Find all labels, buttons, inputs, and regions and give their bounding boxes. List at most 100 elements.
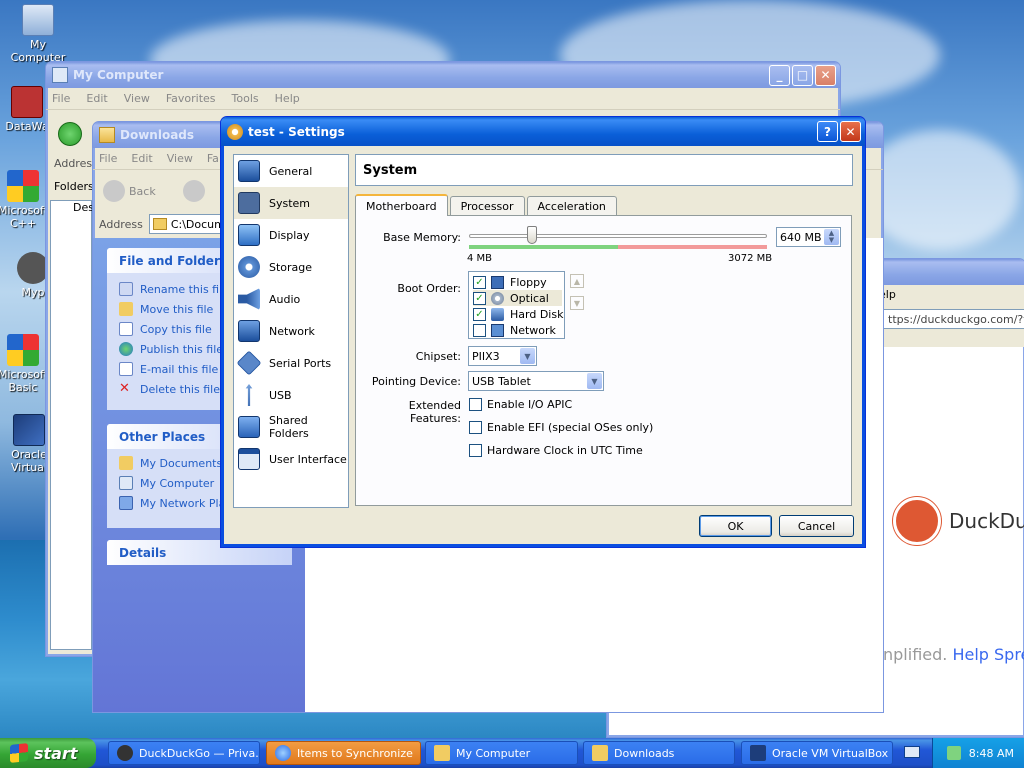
desktop-icon-label: Myp [21,286,45,299]
envelope-icon [119,362,133,376]
nav-item-user-interface[interactable]: User Interface [234,443,348,475]
settings-nav-list: General System Display Storage Audio Net… [233,154,349,508]
spinbox-value: 640 MB [780,230,822,244]
spin-arrows-icon[interactable]: ▲ ▼ [824,229,839,245]
chip-icon [238,192,260,214]
address-label: Address [99,217,143,231]
close-button[interactable]: ✕ [840,121,861,142]
menu-edit[interactable]: Edit [131,152,152,165]
back-button[interactable]: Back [103,180,156,202]
desktop-icon-label: Microsoft C++ [0,204,49,230]
menu-file[interactable]: File [52,92,70,105]
network-checkbox[interactable] [473,323,486,337]
network-icon [238,320,260,342]
link-label: Rename this file [140,282,229,296]
nav-item-display[interactable]: Display [234,219,348,251]
settings-dialog[interactable]: test - Settings ? ✕ General System Displ… [220,116,866,548]
cancel-button[interactable]: Cancel [779,515,854,537]
menu-favorites[interactable]: Favorites [166,92,216,105]
keyboard-icon[interactable] [904,746,920,758]
move-up-button[interactable]: ▲ [570,274,584,288]
nav-item-audio[interactable]: Audio [234,283,348,315]
base-memory-spinbox[interactable]: 640 MB ▲ ▼ [776,227,841,247]
tab-strip: Motherboard Processor Acceleration [355,194,619,216]
chevron-down-icon: ▼ [520,348,535,364]
pointing-device-select[interactable]: USB Tablet ▼ [468,371,604,391]
back-arrow-icon[interactable] [58,122,82,146]
menubar: File Edit View Favorites Tools Help [46,88,840,110]
close-button[interactable]: ✕ [815,64,836,86]
boot-item-floppy[interactable]: ✓ Floppy [473,274,564,290]
io-apic-checkbox[interactable] [469,398,482,411]
desktop-icon-label: DataWa [5,120,49,133]
nav-item-serial-ports[interactable]: Serial Ports [234,347,348,379]
maximize-button[interactable]: □ [792,64,813,86]
network-tray-icon[interactable] [946,746,961,760]
my-computer-titlebar[interactable]: My Computer _ □ ✕ [46,62,840,88]
nav-label: Network [269,324,315,338]
boot-item-hard-disk[interactable]: ✓ Hard Disk [473,306,564,322]
efi-option[interactable]: Enable EFI (special OSes only) [469,421,653,434]
serial-port-icon [236,350,262,376]
base-memory-slider[interactable] [469,226,767,252]
boot-item-optical[interactable]: ✓ Optical [473,290,562,306]
move-down-button[interactable]: ▼ [570,296,584,310]
slider-thumb[interactable] [527,226,537,244]
io-apic-option[interactable]: Enable I/O APIC [469,398,572,411]
memory-min-label: 4 MB [467,253,493,264]
menu-tools[interactable]: Tools [232,92,259,105]
task-items-to-synchronize[interactable]: Items to Synchronize [266,741,421,765]
task-label: Oracle VM VirtualBox ... [772,746,893,760]
task-my-computer[interactable]: My Computer [425,741,578,765]
menu-favorites[interactable]: Fa [207,152,219,165]
boot-item-label: Optical [510,291,549,305]
window-title: My Computer [73,68,164,82]
window-title: al [867,265,1021,279]
tab-motherboard[interactable]: Motherboard [355,194,448,216]
tab-processor[interactable]: Processor [449,196,525,216]
nav-item-storage[interactable]: Storage [234,251,348,283]
floppy-checkbox[interactable]: ✓ [473,275,486,289]
tab-acceleration[interactable]: Acceleration [526,196,617,216]
clock[interactable]: 8:48 AM [969,747,1014,760]
start-button[interactable]: start [0,738,96,768]
menu-edit[interactable]: Edit [86,92,107,105]
nav-item-network[interactable]: Network [234,315,348,347]
task-duckduckgo[interactable]: DuckDuckGo — Priva... [108,741,260,765]
pointing-device-label: Pointing Device: [371,375,461,388]
forward-arrow-icon[interactable] [183,180,205,202]
help-spread-link[interactable]: Help Spre [952,645,1024,664]
optical-checkbox[interactable]: ✓ [473,291,486,305]
desktop-icon-my-computer[interactable]: My Computer [3,4,73,64]
link-label: Copy this file [140,322,212,336]
rename-icon [119,282,133,296]
help-button[interactable]: ? [817,121,838,142]
nav-item-shared-folders[interactable]: Shared Folders [234,411,348,443]
folders-label[interactable]: Folders [54,180,94,193]
menu-help[interactable]: Help [275,92,300,105]
tree-item-desktop[interactable]: Des [73,201,94,214]
efi-checkbox[interactable] [469,421,482,434]
menu-file[interactable]: File [99,152,117,165]
nav-item-general[interactable]: General [234,155,348,187]
menu-view[interactable]: View [167,152,193,165]
shortcut-icon [11,86,43,118]
menu-view[interactable]: View [124,92,150,105]
utc-clock-option[interactable]: Hardware Clock in UTC Time [469,444,643,457]
chipset-select[interactable]: PIIX3 ▼ [468,346,537,366]
task-virtualbox[interactable]: Oracle VM VirtualBox ... [741,741,893,765]
hard-disk-checkbox[interactable]: ✓ [473,307,486,321]
duck-icon [893,497,941,545]
nav-item-system[interactable]: System [234,187,348,219]
utc-clock-checkbox[interactable] [469,444,482,457]
task-downloads[interactable]: Downloads [583,741,735,765]
optical-disc-icon [491,291,504,305]
back-label: Back [129,184,156,198]
settings-titlebar[interactable]: test - Settings ? ✕ [221,117,865,146]
nav-item-usb[interactable]: USB [234,379,348,411]
nav-label: USB [269,388,292,402]
minimize-button[interactable]: _ [769,64,790,86]
boot-item-network[interactable]: Network [473,322,564,338]
ok-button[interactable]: OK [699,515,772,537]
url-bar[interactable]: ttps://duckduckgo.com/?t=pa [883,309,1024,329]
